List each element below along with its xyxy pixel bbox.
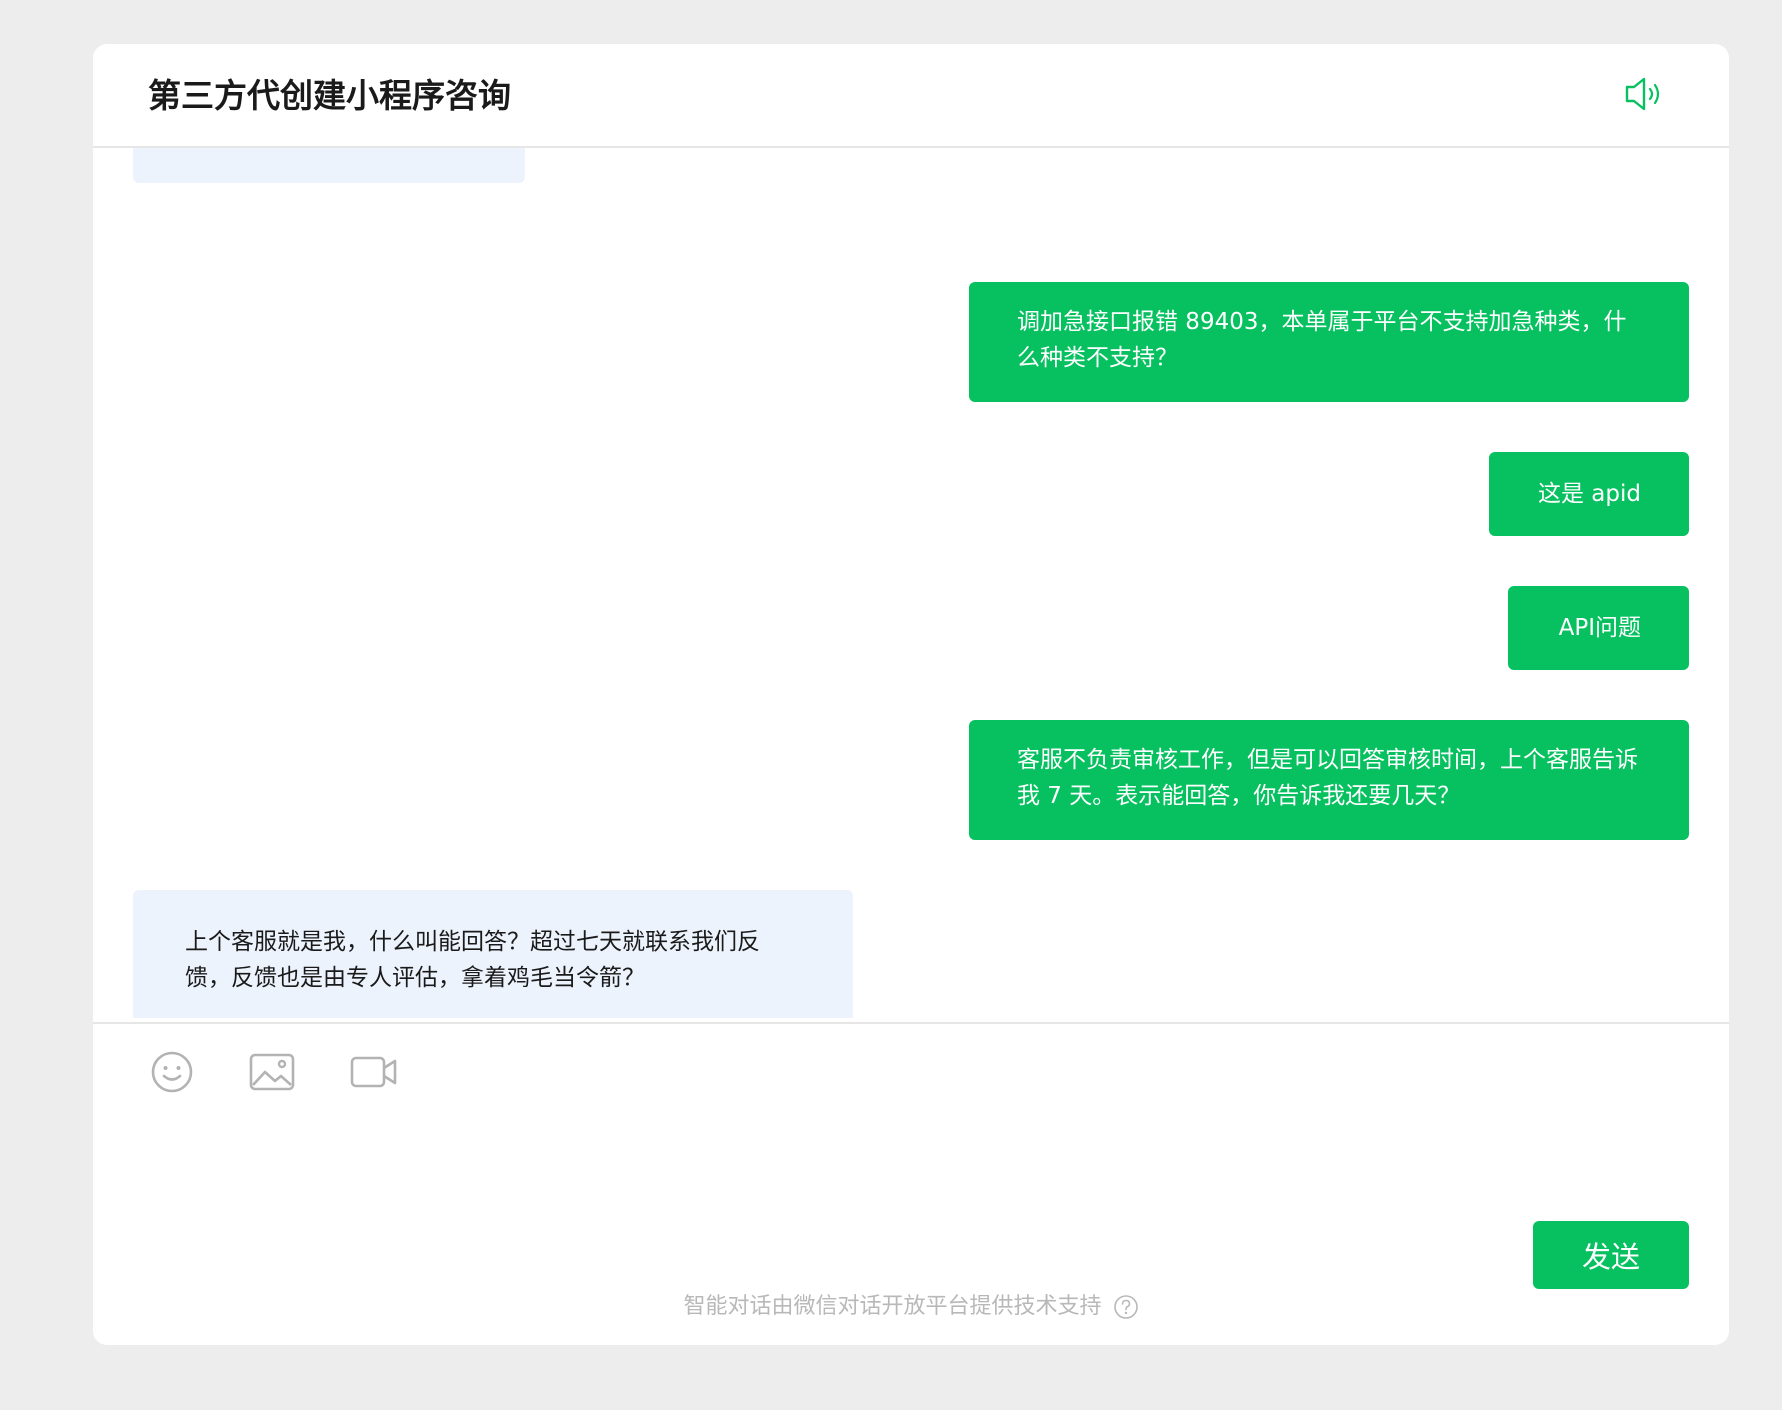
message-text: 调加急接口报错 89403，本单属于平台不支持加急种类，什么种类不支持？: [1017, 309, 1627, 371]
agent-message-partial: [133, 148, 525, 183]
user-message[interactable]: 客服不负责审核工作，但是可以回答审核时间，上个客服告诉我 7 天。表示能回答，你…: [969, 720, 1689, 840]
send-button[interactable]: 发送: [1533, 1221, 1689, 1289]
message-text: 这是 apid: [1538, 481, 1641, 507]
message-text: 客服不负责审核工作，但是可以回答审核时间，上个客服告诉我 7 天。表示能回答，你…: [1017, 747, 1638, 809]
input-divider: [93, 1022, 1729, 1024]
user-message[interactable]: 调加急接口报错 89403，本单属于平台不支持加急种类，什么种类不支持？: [969, 282, 1689, 402]
page-title: 第三方代创建小程序咨询: [148, 76, 511, 115]
message-text: 上个客服就是我，什么叫能回答？超过七天就联系我们反馈，反馈也是由专人评估，拿着鸡…: [185, 929, 760, 991]
message-text: API问题: [1558, 615, 1641, 641]
chat-header: 第三方代创建小程序咨询: [93, 44, 1729, 148]
footer: 智能对话由微信对话开放平台提供技术支持: [93, 1291, 1729, 1323]
emoji-icon[interactable]: [150, 1048, 194, 1096]
agent-message[interactable]: 上个客服就是我，什么叫能回答？超过七天就联系我们反馈，反馈也是由专人评估，拿着鸡…: [133, 890, 853, 1018]
message-list[interactable]: 调加急接口报错 89403，本单属于平台不支持加急种类，什么种类不支持？ 这是 …: [93, 148, 1729, 1018]
video-icon[interactable]: [349, 1048, 399, 1096]
chat-window: 第三方代创建小程序咨询 调加急接口报错 89403，本单属于平台不支持加急种类，…: [93, 44, 1729, 1345]
user-message[interactable]: API问题: [1508, 586, 1689, 670]
user-message[interactable]: 这是 apid: [1489, 452, 1689, 536]
speaker-icon[interactable]: [1623, 74, 1667, 114]
footer-text: 智能对话由微信对话开放平台提供技术支持: [683, 1294, 1102, 1319]
image-icon[interactable]: [248, 1048, 296, 1096]
help-icon[interactable]: [1113, 1294, 1139, 1320]
